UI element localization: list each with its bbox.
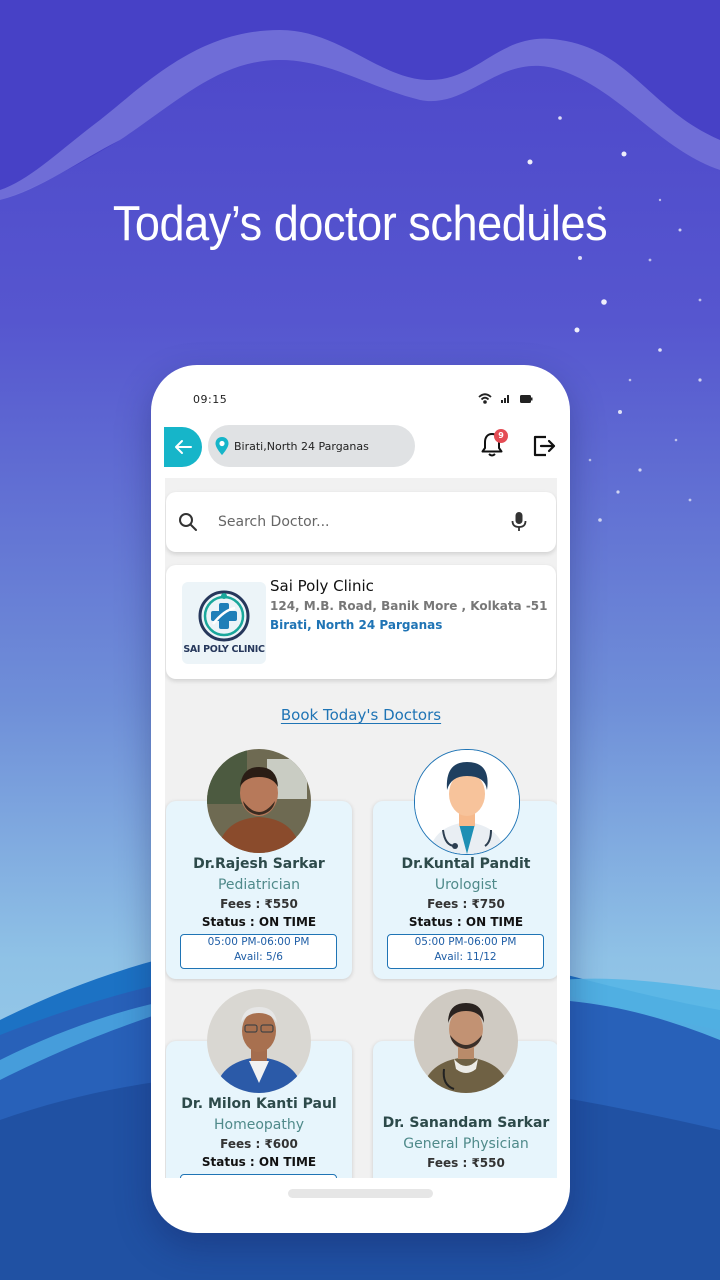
search-icon <box>179 513 197 531</box>
doctor-avatar-illustration <box>414 749 520 855</box>
clinic-address: 124, M.B. Road, Banik More , Kolkata -51 <box>270 599 548 613</box>
doctor-fees: Fees : ₹600 <box>220 1137 298 1151</box>
clinic-area: Birati, North 24 Parganas <box>270 618 443 632</box>
doctor-fees: Fees : ₹550 <box>427 1156 505 1170</box>
doctor-status: Status : ON TIME <box>201 1155 317 1169</box>
clinic-name: Sai Poly Clinic <box>270 577 374 595</box>
clinic-card[interactable]: SAI POLY CLINIC Sai Poly Clinic 124, M.B… <box>166 565 556 679</box>
time-slot-button[interactable]: 05:00 PM-06:00 PM Avail: 5/6 <box>180 934 337 969</box>
battery-icon <box>520 395 533 403</box>
doctor-status: Status : ON TIME <box>408 915 524 929</box>
search-input[interactable] <box>216 513 510 531</box>
microphone-icon[interactable] <box>510 511 528 533</box>
phone-mockup: 09:15 Birati,North 24 Parganas 9 Search … <box>151 365 570 1233</box>
wifi-icon <box>478 393 492 404</box>
doctor-specialty: General Physician <box>403 1136 529 1152</box>
slot-availability: Avail: 11/12 <box>434 951 497 963</box>
app-content: SAI POLY CLINIC Sai Poly Clinic 124, M.B… <box>165 478 557 1178</box>
doctor-name: Dr.Kuntal Pandit <box>401 856 531 872</box>
slot-time: 05:00 PM-06:00 PM <box>414 936 517 948</box>
doctor-name: Dr. Milon Kanti Paul <box>181 1096 337 1112</box>
medical-cross-logo-icon <box>198 590 250 642</box>
clinic-logo: SAI POLY CLINIC <box>182 582 266 664</box>
signal-icon <box>501 395 509 403</box>
location-label: Birati,North 24 Parganas <box>234 439 369 453</box>
doctor-photo <box>414 989 518 1093</box>
home-indicator[interactable] <box>288 1189 433 1198</box>
doctor-name: Dr. Sanandam Sarkar <box>382 1115 550 1131</box>
status-icons <box>478 393 533 404</box>
arrow-left-icon <box>175 440 192 454</box>
location-selector[interactable]: Birati,North 24 Parganas <box>208 425 415 467</box>
status-time: 09:15 <box>193 393 228 406</box>
clinic-logo-text: SAI POLY CLINIC <box>183 644 265 655</box>
doctor-specialty: Homeopathy <box>213 1117 305 1133</box>
search-bar[interactable] <box>166 492 556 552</box>
notification-badge: 9 <box>494 429 508 443</box>
back-button[interactable] <box>164 427 202 467</box>
location-pin-icon <box>215 437 229 455</box>
slot-time: 05:00 PM-06:00 PM <box>207 936 310 948</box>
doctor-specialty: Urologist <box>434 877 498 893</box>
time-slot-button[interactable] <box>180 1174 337 1178</box>
book-todays-doctors-link[interactable]: Book Today's Doctors <box>165 706 557 724</box>
doctor-specialty: Pediatrician <box>217 877 301 893</box>
doctor-photo <box>207 749 311 853</box>
time-slot-button[interactable]: 05:00 PM-06:00 PM Avail: 11/12 <box>387 934 544 969</box>
doctor-fees: Fees : ₹550 <box>220 897 298 911</box>
page-headline: Today’s doctor schedules <box>112 197 608 251</box>
logout-icon[interactable] <box>531 432 557 460</box>
doctor-status: Status : ON TIME <box>201 915 317 929</box>
slot-availability: Avail: 5/6 <box>234 951 283 963</box>
doctor-fees: Fees : ₹750 <box>427 897 505 911</box>
doctor-name: Dr.Rajesh Sarkar <box>193 856 325 872</box>
doctor-photo <box>207 989 311 1093</box>
